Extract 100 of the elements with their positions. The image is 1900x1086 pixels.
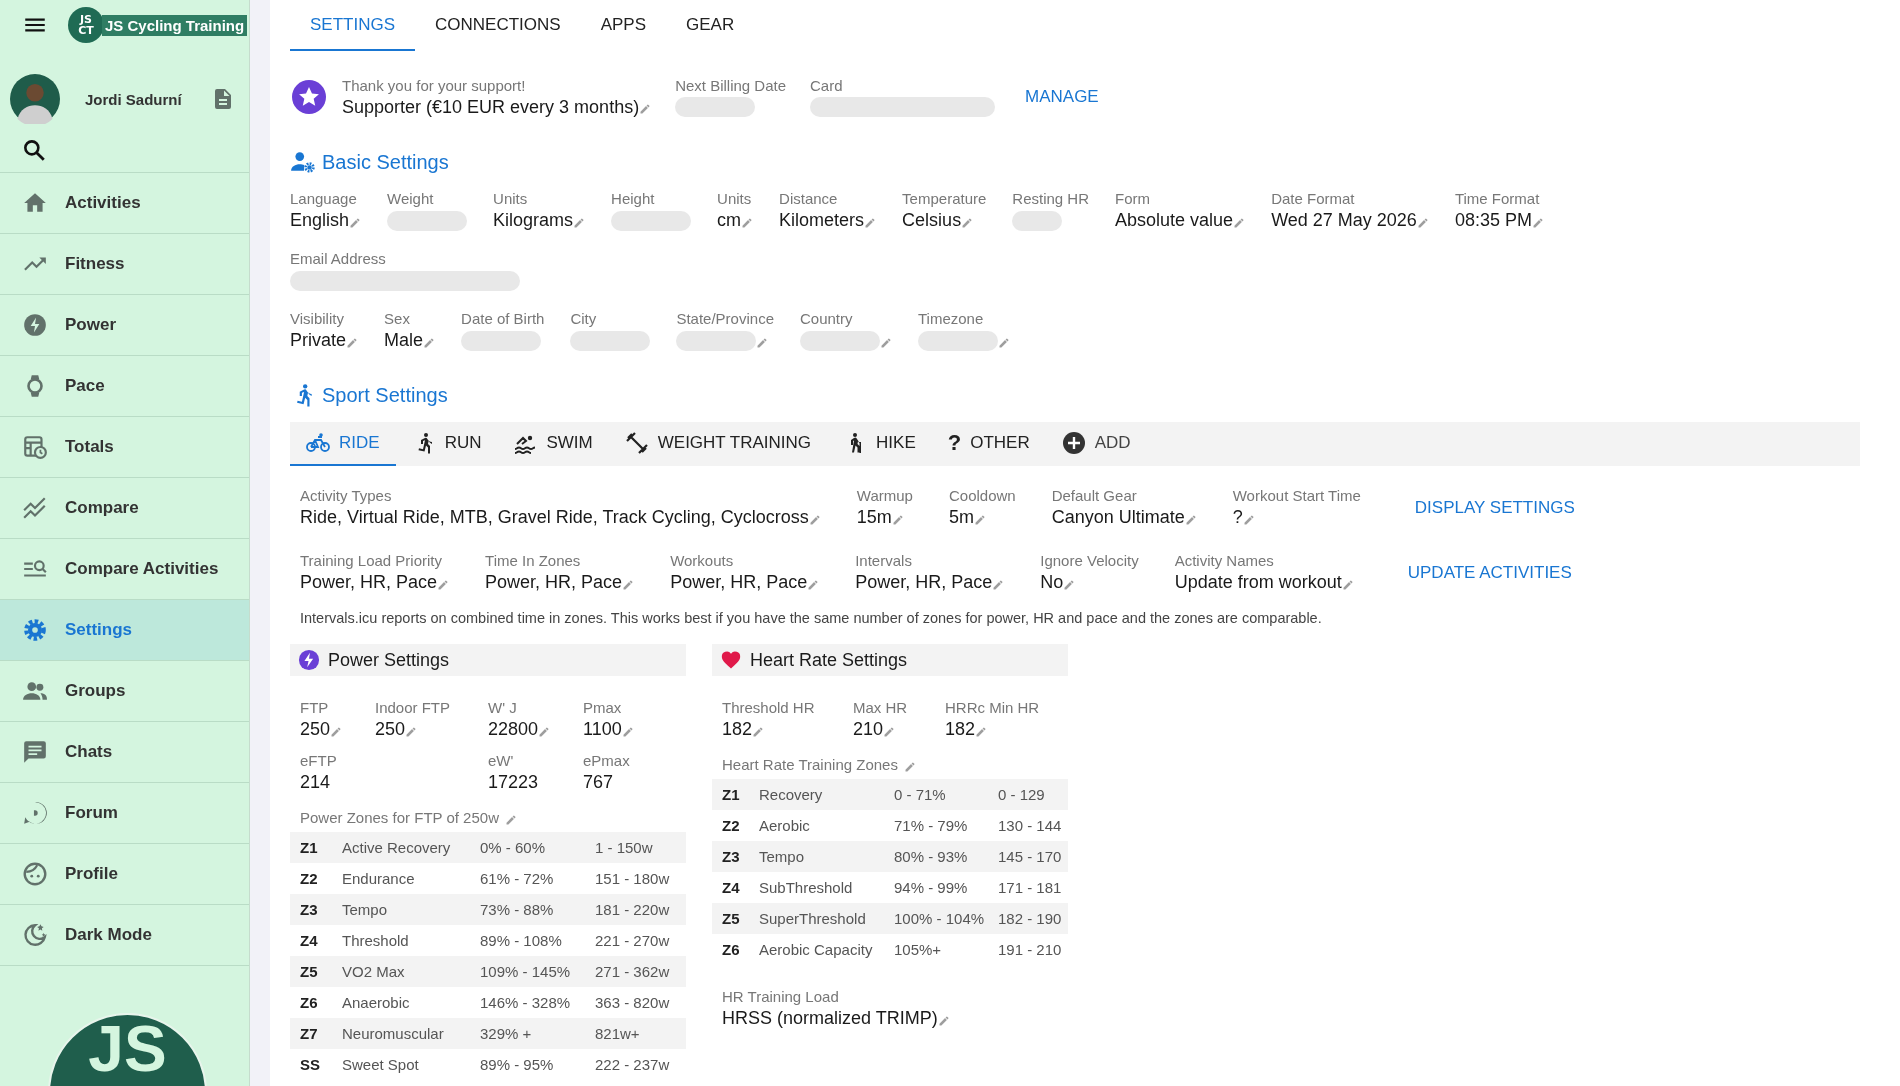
field-label: Form: [1115, 189, 1152, 209]
sport-tab[interactable]: ? OTHER: [931, 422, 1046, 466]
edit-icon[interactable]: [405, 725, 418, 738]
field-value: Wed 27 May 2026: [1271, 209, 1417, 232]
edit-icon[interactable]: [741, 216, 754, 229]
edit-icon[interactable]: [752, 725, 765, 738]
sport-tab[interactable]: ADD: [1045, 422, 1147, 466]
nav-item[interactable]: Dark Mode: [0, 905, 249, 966]
edit-icon[interactable]: [1184, 513, 1197, 526]
field-label: Card: [810, 75, 844, 96]
edit-icon[interactable]: [437, 578, 450, 591]
field-value: 250: [300, 718, 331, 741]
field-value: 210: [853, 718, 884, 741]
action-link[interactable]: DISPLAY SETTINGS: [1414, 497, 1575, 518]
nav-item[interactable]: Activities: [0, 173, 249, 234]
field-label: Power Zones for FTP of 250w: [300, 808, 499, 828]
nav-item[interactable]: Chats: [0, 722, 249, 783]
zone-percent: 94% - 99%: [894, 879, 969, 896]
field-value: 767: [583, 771, 614, 794]
edit-icon[interactable]: [992, 578, 1005, 591]
sport-tab[interactable]: HIKE: [827, 422, 932, 466]
field-label: Temperature: [902, 189, 987, 209]
nav-item[interactable]: Pace: [0, 356, 249, 417]
edit-icon[interactable]: [903, 761, 916, 773]
zone-range: 130 - 144: [998, 817, 1062, 834]
edit-icon[interactable]: [808, 513, 821, 526]
zone-percent: 329% +: [480, 1025, 533, 1042]
nav-item[interactable]: Totals: [0, 417, 249, 478]
edit-icon[interactable]: [864, 216, 877, 229]
edit-icon[interactable]: [756, 336, 769, 349]
action-link[interactable]: UPDATE ACTIVITIES: [1407, 562, 1572, 583]
edit-icon[interactable]: [1233, 216, 1246, 229]
field-value: Supporter (€10 EUR every 3 months): [342, 95, 640, 119]
manage-link[interactable]: MANAGE: [1025, 87, 1099, 107]
edit-icon[interactable]: [961, 216, 974, 229]
field-label: Distance: [779, 189, 839, 209]
edit-icon[interactable]: [505, 814, 517, 826]
field-value: 1100: [583, 718, 622, 741]
field-label: Default Gear: [1051, 486, 1138, 506]
edit-icon[interactable]: [621, 725, 634, 738]
tab[interactable]: GEAR: [666, 0, 755, 51]
tab[interactable]: APPS: [580, 0, 666, 51]
field-label: FTP: [300, 698, 330, 718]
zone-name: Active Recovery: [342, 839, 452, 856]
zone-range: 151 - 180w: [595, 870, 670, 887]
nav-item[interactable]: Power: [0, 295, 249, 356]
sport-tab[interactable]: RIDE: [290, 422, 396, 466]
edit-icon[interactable]: [330, 725, 343, 738]
edit-icon[interactable]: [975, 725, 988, 738]
zone-code: Z6: [300, 994, 319, 1011]
compare-icon: [22, 495, 48, 521]
sport-tab[interactable]: WEIGHT TRAINING: [608, 422, 828, 466]
zone-range: 181 - 220w: [595, 901, 670, 918]
zone-range: 145 - 170: [998, 848, 1062, 865]
edit-icon[interactable]: [1242, 513, 1255, 526]
nav-item[interactable]: Fitness: [0, 234, 249, 295]
chat-icon: [22, 739, 48, 765]
edit-icon[interactable]: [349, 216, 362, 229]
edit-icon[interactable]: [1063, 578, 1076, 591]
zone-name: Recovery: [759, 786, 824, 803]
edit-icon[interactable]: [807, 578, 820, 591]
tab[interactable]: SETTINGS: [290, 0, 415, 51]
edit-icon[interactable]: [937, 1014, 950, 1027]
field-value: Canyon Ultimate: [1051, 506, 1185, 529]
field-label: Weight: [387, 189, 435, 209]
edit-icon[interactable]: [622, 578, 635, 591]
nav-item[interactable]: Compare: [0, 478, 249, 539]
zone-percent: 89% - 95%: [480, 1056, 555, 1073]
edit-icon[interactable]: [1341, 578, 1354, 591]
edit-icon[interactable]: [1531, 216, 1544, 229]
field-label: Visibility: [290, 309, 345, 329]
edit-icon[interactable]: [538, 725, 551, 738]
edit-icon[interactable]: [998, 336, 1010, 349]
nav-item[interactable]: Groups: [0, 661, 249, 722]
field-value: 182: [945, 718, 976, 741]
field-label: Intervals: [855, 551, 913, 571]
edit-icon[interactable]: [639, 103, 652, 115]
nav-item[interactable]: Profile: [0, 844, 249, 905]
sport-tab[interactable]: SWIM: [497, 422, 609, 466]
nav-item[interactable]: Forum: [0, 783, 249, 844]
field-label: Sex: [384, 309, 411, 329]
sport-tab[interactable]: RUN: [395, 422, 498, 466]
edit-icon[interactable]: [973, 513, 986, 526]
info-text: Intervals.icu reports on combined time in zones. This works best if you have the same number of zones for power, HR and pace and the zones are comparable.: [300, 610, 1323, 626]
edit-icon[interactable]: [1416, 216, 1429, 229]
edit-icon[interactable]: [883, 725, 896, 738]
edit-icon[interactable]: [891, 513, 904, 526]
edit-icon[interactable]: [346, 336, 359, 349]
tab[interactable]: CONNECTIONS: [415, 0, 581, 51]
zone-code: Z5: [300, 963, 319, 980]
field-label: HR Training Load: [722, 987, 840, 1007]
zone-name: SubThreshold: [759, 879, 854, 896]
zone-percent: 109% - 145%: [480, 963, 572, 980]
edit-icon[interactable]: [880, 336, 892, 349]
field-label: Next Billing Date: [675, 75, 787, 96]
field-label: Language: [290, 189, 358, 209]
edit-icon[interactable]: [423, 336, 436, 349]
user-name: Jordi Sadurní: [85, 90, 183, 108]
search-icon[interactable]: [21, 137, 47, 163]
edit-icon[interactable]: [573, 216, 586, 229]
